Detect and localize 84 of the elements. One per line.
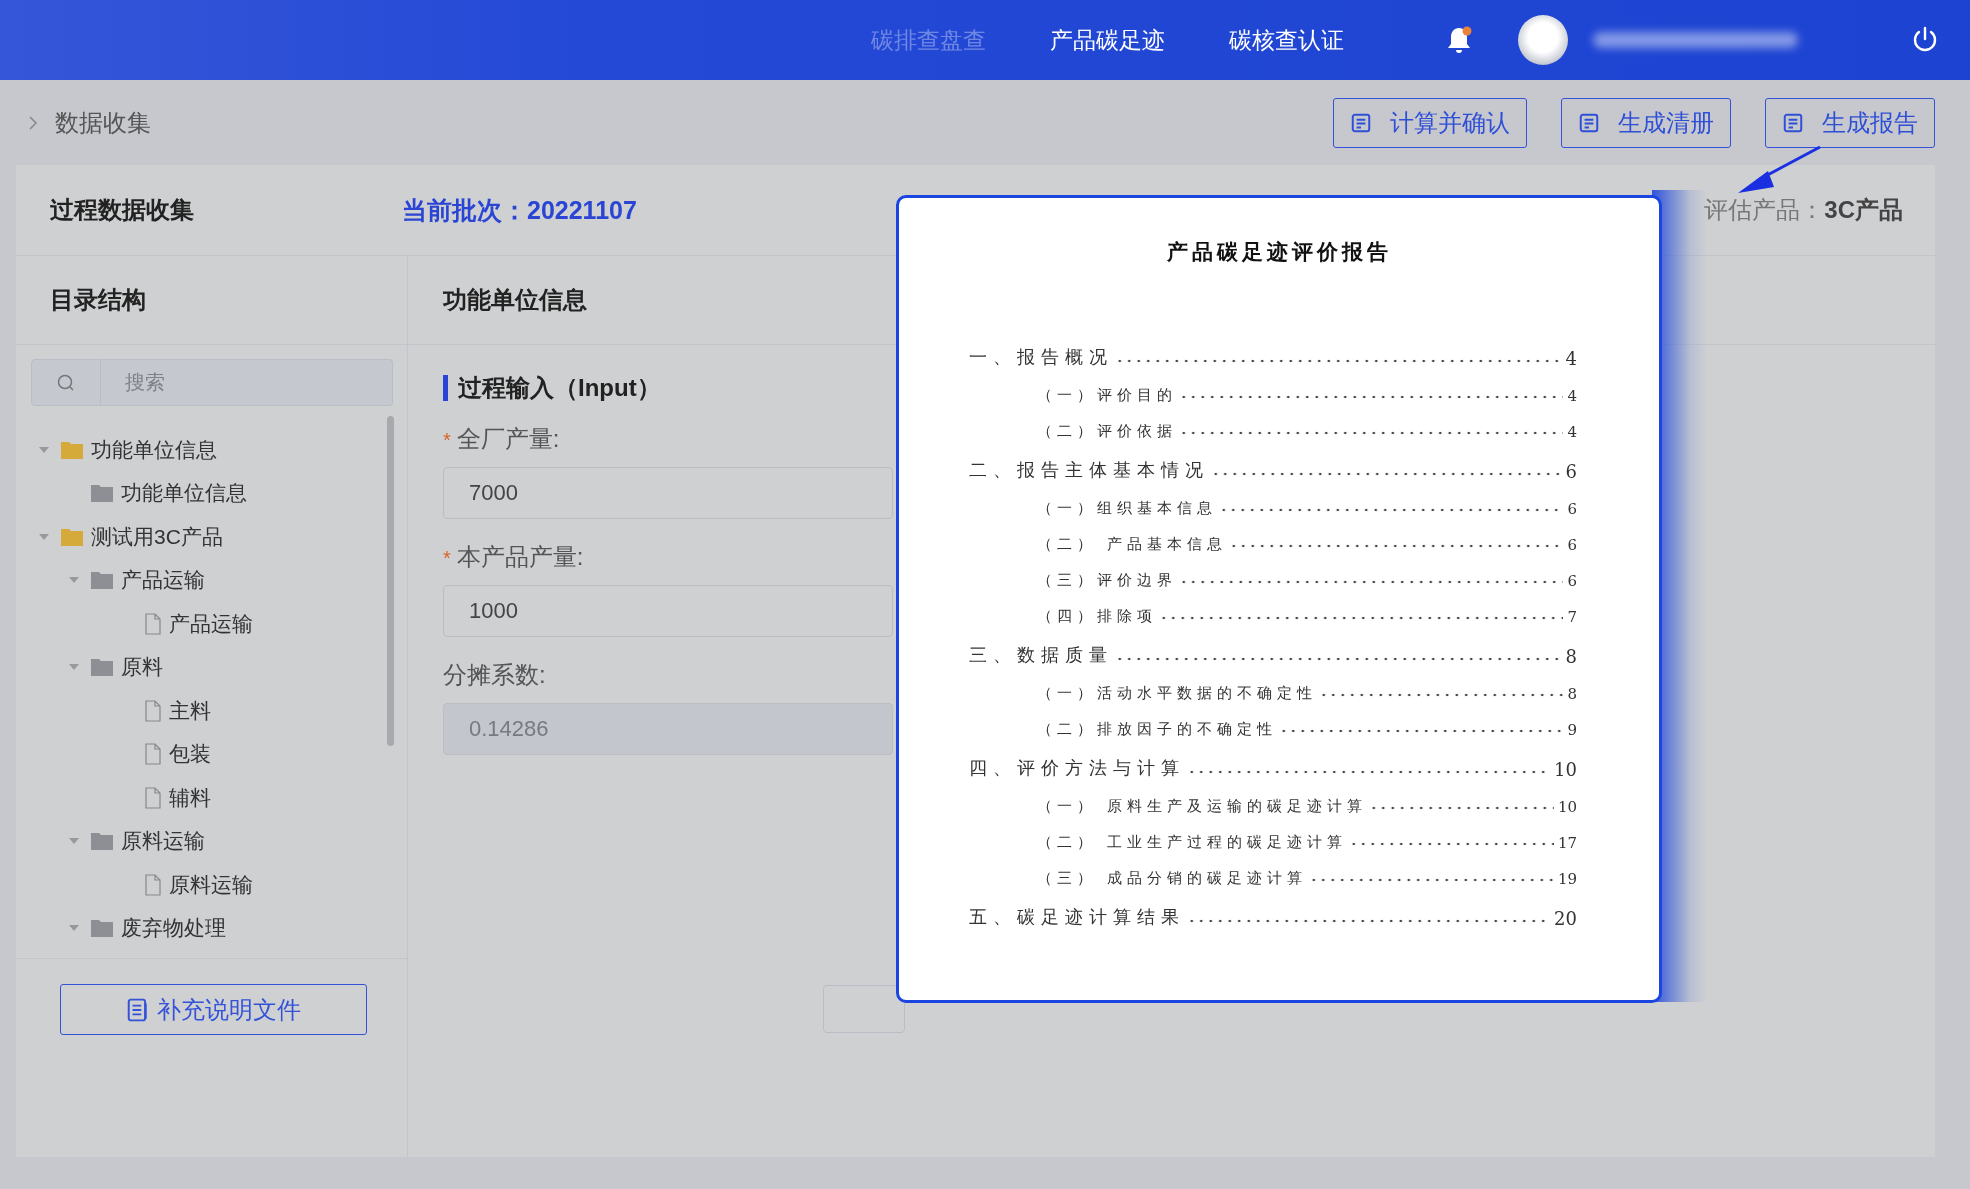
page-number: 4: [1565, 348, 1577, 369]
page-number: 9: [1567, 721, 1577, 739]
nav-link[interactable]: 碳核查认证: [1229, 24, 1344, 56]
chevron-icon: [28, 114, 38, 131]
tree-item[interactable]: 辅料: [169, 783, 211, 812]
search-field[interactable]: 搜索: [101, 359, 393, 406]
toc-entry: 一、报告概况: [969, 345, 1113, 369]
folder-icon: [90, 483, 114, 504]
scrollbar[interactable]: [387, 416, 394, 746]
breadcrumb-item: 数据收集: [55, 107, 151, 138]
page-number: 6: [1567, 500, 1577, 518]
tree-item[interactable]: 废弃物处理: [121, 914, 226, 943]
input-field[interactable]: 7000: [443, 467, 893, 519]
toc-entry: （三）评价边界: [1037, 571, 1177, 590]
toc-entry: 三、数据质量: [969, 643, 1113, 667]
page-number: 6: [1567, 572, 1577, 590]
file-icon: [144, 873, 162, 896]
panel-title: 过程数据收集: [50, 195, 195, 225]
report-title: 产品碳足迹评价报告: [1165, 238, 1393, 266]
toc-entry: （一） 原料生产及运输的碳足迹计算: [1037, 797, 1367, 816]
column-title: 目录结构: [50, 285, 146, 315]
input-field[interactable]: 1000: [443, 585, 893, 637]
page-number: 4: [1567, 423, 1577, 441]
toolbar-button[interactable]: 计算并确认: [1333, 97, 1527, 148]
toc-entry: （四）排除项: [1037, 607, 1157, 626]
toc-entry: （二）评价依据: [1037, 422, 1177, 441]
required-mark: *: [443, 429, 451, 452]
tree-item[interactable]: 包装: [169, 740, 211, 769]
document-icon: [1782, 111, 1804, 134]
toc-entry: （二）排放因子的不确定性: [1037, 720, 1277, 739]
document-icon: [126, 997, 149, 1022]
search-button[interactable]: [31, 359, 101, 406]
file-icon: [144, 743, 162, 766]
supplement-button[interactable]: 补充说明文件: [60, 984, 367, 1035]
file-icon: [144, 612, 162, 635]
page-number: 17: [1557, 834, 1577, 852]
avatar[interactable]: [1518, 15, 1568, 65]
field-label: 分摊系数:: [443, 660, 546, 690]
tree-item[interactable]: 产品运输: [169, 609, 253, 638]
toc-entry: （二） 工业生产过程的碳足迹计算: [1037, 833, 1347, 852]
column-title: 功能单位信息: [443, 285, 587, 315]
page-number: 10: [1557, 798, 1577, 816]
tree-item[interactable]: 原料运输: [169, 870, 253, 899]
toc-entry: 二、报告主体基本情况: [969, 458, 1209, 482]
tree-item[interactable]: 原料运输: [121, 827, 205, 856]
toc-entry: （一）组织基本信息: [1037, 499, 1217, 518]
field-label: 全厂产量:: [456, 424, 560, 454]
folder-icon: [90, 918, 114, 939]
page-number: 7: [1567, 608, 1577, 626]
field-label: 本产品产量:: [456, 542, 584, 572]
tree-item[interactable]: 功能单位信息: [91, 435, 217, 464]
toc-entry: （一）活动水平数据的不确定性: [1037, 684, 1317, 703]
search-icon: [56, 372, 76, 393]
tree-item[interactable]: 主料: [169, 696, 211, 725]
tree-item[interactable]: 测试用3C产品: [91, 522, 223, 551]
tree-item[interactable]: 功能单位信息: [121, 479, 247, 508]
page-number: 8: [1565, 646, 1577, 667]
file-icon: [144, 699, 162, 722]
folder-icon: [60, 439, 84, 460]
tree-item[interactable]: 产品运输: [121, 566, 205, 595]
document-icon: [1578, 111, 1600, 134]
product-label: 评估产品：3C产品: [1704, 195, 1903, 225]
required-mark: *: [443, 547, 451, 570]
toolbar-button[interactable]: 生成清册: [1561, 97, 1731, 148]
tree-item[interactable]: 原料: [121, 653, 163, 682]
page-number: 8: [1567, 685, 1577, 703]
page-number: 20: [1554, 908, 1577, 929]
file-icon: [144, 786, 162, 809]
document-icon: [1350, 111, 1372, 134]
folder-icon: [90, 831, 114, 852]
page-number: 6: [1567, 536, 1577, 554]
toc-entry: （三） 成品分销的碳足迹计算: [1037, 869, 1307, 888]
nav-link[interactable]: 产品碳足迹: [1050, 24, 1165, 56]
folder-icon: [60, 526, 84, 547]
toc-entry: 五、碳足迹计算结果: [969, 905, 1185, 929]
page-number: 19: [1557, 870, 1577, 888]
toc-entry: （二） 产品基本信息: [1037, 535, 1227, 554]
page-number: 6: [1565, 461, 1577, 482]
folder-icon: [90, 657, 114, 678]
toolbar-button[interactable]: 生成报告: [1765, 97, 1935, 148]
batch-label: 当前批次：20221107: [402, 194, 637, 226]
toc-entry: 四、评价方法与计算: [969, 756, 1185, 780]
page-number: 10: [1554, 759, 1577, 780]
folder-icon: [90, 570, 114, 591]
